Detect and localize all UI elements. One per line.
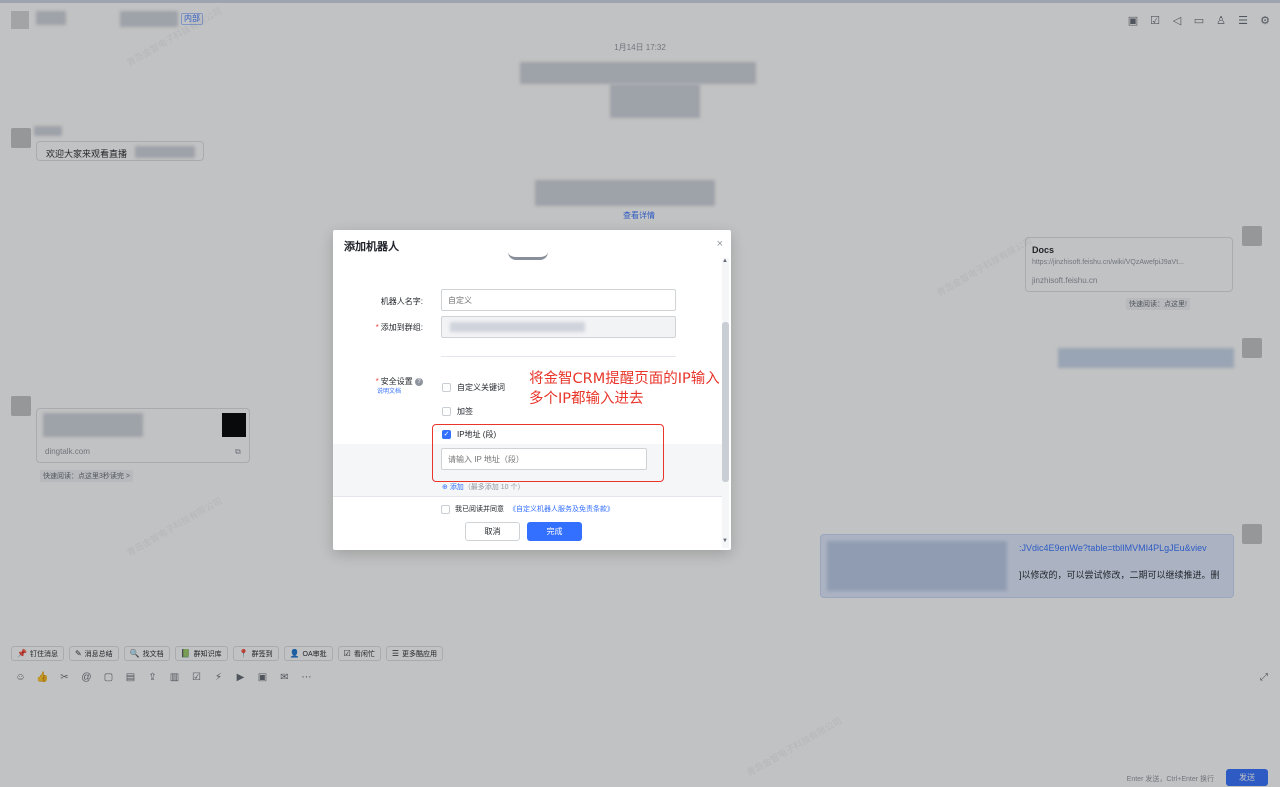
terms-link[interactable]: 《自定义机器人服务及免责条款》 — [509, 504, 614, 514]
annotation-text: 将金智CRM提醒页面的IP输入 多个IP都输入进去 — [529, 369, 720, 409]
robot-name-label: 机器人名字: — [380, 297, 423, 306]
dialog-title: 添加机器人 — [344, 241, 399, 253]
group-label: * 添加到群组: — [375, 323, 423, 332]
add-ip-label: 添加 — [449, 484, 464, 491]
done-button[interactable]: 完成 — [527, 522, 582, 541]
dialog-scrollbar-thumb[interactable] — [722, 322, 729, 482]
annotation-highlight-box — [432, 424, 664, 482]
add-ip-link[interactable]: ⊕ 添加（最多添加 10 个） — [442, 482, 525, 492]
option-sign[interactable]: 加签 — [442, 406, 473, 417]
keyword-checkbox[interactable] — [442, 383, 451, 392]
sign-label: 加签 — [457, 407, 473, 416]
annotation-line-1: 将金智CRM提醒页面的IP输入 — [529, 371, 720, 387]
blurred-group-name — [450, 322, 585, 332]
agreement-row[interactable]: 我已阅读并同意 《自定义机器人服务及免责条款》 — [441, 504, 614, 514]
sign-checkbox[interactable] — [442, 407, 451, 416]
group-select — [441, 316, 676, 338]
help-icon[interactable]: ? — [415, 377, 423, 386]
group-label-text: 添加到群组: — [380, 323, 423, 332]
scroll-down-icon[interactable]: ▼ — [722, 538, 728, 544]
security-label-text: 安全设置 — [380, 377, 413, 386]
annotation-line-2: 多个IP都输入进去 — [529, 391, 644, 407]
doc-link[interactable]: 说明文档 — [377, 386, 401, 395]
option-keyword[interactable]: 自定义关键词 — [442, 382, 505, 393]
agree-checkbox[interactable] — [441, 504, 450, 514]
robot-avatar[interactable] — [508, 252, 548, 260]
cancel-button[interactable]: 取消 — [465, 522, 520, 541]
add-ip-limit: （最多添加 10 个） — [463, 484, 525, 491]
robot-name-input[interactable] — [441, 289, 676, 311]
agree-text: 我已阅读并同意 — [455, 506, 504, 513]
footer-divider — [333, 496, 722, 497]
keyword-label: 自定义关键词 — [457, 383, 505, 392]
scroll-up-icon[interactable]: ▲ — [722, 258, 728, 264]
form-divider — [441, 356, 676, 357]
close-icon[interactable]: × — [717, 238, 723, 250]
